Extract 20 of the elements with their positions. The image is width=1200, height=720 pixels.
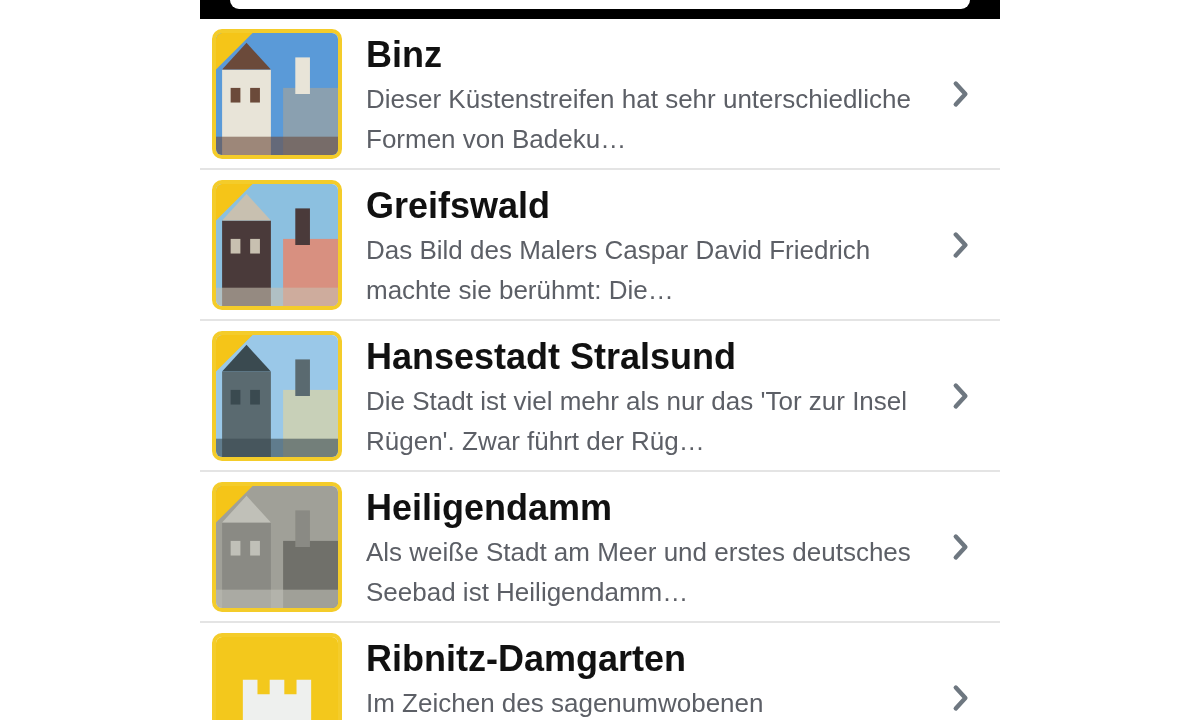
chevron-right-icon (952, 532, 970, 561)
place-list-item[interactable]: Ribnitz-Damgarten Im Zeichen des sagenumwobenen (200, 623, 1000, 720)
place-title: Greifswald (366, 184, 552, 228)
place-description: Das Bild des Malers Caspar David Friedrich machte sie berühmt: Die… (366, 234, 872, 307)
place-list-item[interactable]: Heiligendamm Als weiße Stadt am Meer und erstes deutsches Seebad ist Heiligendamm… (200, 472, 1000, 623)
place-title: Binz (366, 33, 443, 77)
place-title: Ribnitz-Damgarten (366, 637, 687, 681)
place-list-item[interactable]: Binz Dieser Küstenstreifen hat sehr unterschiedliche Formen von Badeku… (200, 19, 1000, 170)
chevron-right-icon (952, 230, 970, 259)
place-title: Hansestadt Stralsund (366, 335, 738, 379)
place-title: Heiligendamm (366, 486, 614, 530)
place-description: Die Stadt ist viel mehr als nur das 'Tor zur Insel Rügen'. Zwar führt der Rüg… (366, 385, 909, 458)
place-description: Als weiße Stadt am Meer und erstes deutsches Seebad ist Heiligendamm… (366, 536, 912, 609)
place-description: Im Zeichen des sagenumwobenen (366, 687, 765, 720)
chevron-right-icon (952, 683, 970, 712)
place-list-item[interactable]: Greifswald Das Bild des Malers Caspar David Friedrich machte sie berühmt: Die… (200, 170, 1000, 321)
chevron-right-icon (952, 381, 970, 410)
place-description: Dieser Küstenstreifen hat sehr unterschiedliche Formen von Badeku… (366, 83, 912, 156)
chevron-right-icon (952, 79, 970, 108)
place-list-item[interactable]: Hansestadt Stralsund Die Stadt ist viel mehr als nur das 'Tor zur Insel Rügen'. Zwar führt der Rüg… (200, 321, 1000, 472)
